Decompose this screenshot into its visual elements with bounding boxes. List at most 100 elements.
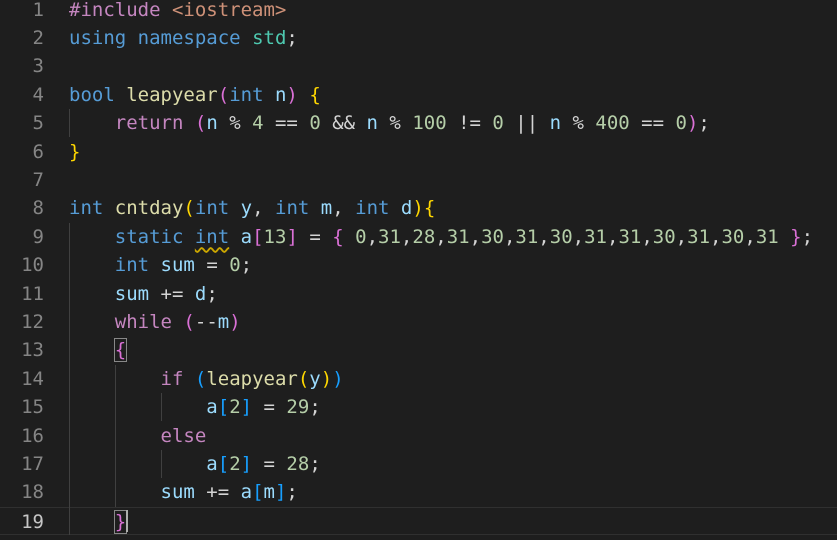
code-line[interactable]: 3 <box>0 52 837 80</box>
code-token: return <box>114 112 184 135</box>
indent-guide <box>69 109 70 138</box>
code-token: , <box>252 197 275 220</box>
code-line[interactable]: 13 { <box>0 336 837 364</box>
code-token: int <box>275 197 310 220</box>
code-token: , <box>435 225 447 248</box>
code-token: && <box>320 112 367 135</box>
code-token: ) <box>412 197 424 220</box>
code-token: ) <box>332 367 344 390</box>
code-token: , <box>503 225 516 248</box>
code-line[interactable]: 18 sum += a[m]; <box>0 478 837 506</box>
code-token: 100 <box>412 112 447 135</box>
code-line[interactable]: 4 bool leapyear(int n) { <box>0 81 837 109</box>
code-line[interactable]: 1 #include <iostream> <box>0 0 837 24</box>
code-line[interactable]: 7 <box>0 166 837 194</box>
code-token: else <box>160 424 207 447</box>
code-token: n <box>274 83 287 106</box>
code-text: sum += d; <box>69 280 218 308</box>
code-token: a <box>206 452 218 475</box>
code-line[interactable]: 16 else <box>0 422 837 450</box>
code-text: int cntday(int y, int m, int d){ <box>69 194 435 222</box>
line-number: 12 <box>21 310 44 333</box>
code-token: int <box>355 197 390 220</box>
code-token: == <box>263 112 310 135</box>
code-token: ( <box>194 112 207 135</box>
line-number: 18 <box>21 481 44 504</box>
code-token: 0 <box>309 112 321 135</box>
code-token: 30 <box>549 225 573 248</box>
code-token: } <box>69 140 81 163</box>
code-token: ; <box>801 225 814 248</box>
code-token: [ <box>252 225 264 248</box>
code-line[interactable]: 15 a[2] = 29; <box>0 393 837 421</box>
line-number: 1 <box>32 0 44 21</box>
code-line[interactable]: 8 int cntday(int y, int m, int d){ <box>0 194 837 222</box>
code-line[interactable]: 6} <box>0 138 837 166</box>
code-line[interactable]: 17 a[2] = 28; <box>0 450 837 478</box>
line-number: 17 <box>21 452 44 475</box>
indent-guide <box>114 364 116 507</box>
code-token: ( <box>297 367 310 390</box>
code-text: a[2] = 28; <box>69 450 320 478</box>
code-token: if <box>160 367 184 390</box>
code-line[interactable]: 14 if (leapyear(y)) <box>0 365 837 393</box>
code-text: #include <iostream> <box>69 0 286 24</box>
code-token: #include <box>69 0 161 21</box>
code-token: % <box>377 112 413 135</box>
code-token: == <box>629 112 676 135</box>
code-text: else <box>69 422 207 450</box>
code-token: a <box>206 396 218 419</box>
code-token: 28 <box>412 225 436 248</box>
code-token: int <box>229 83 264 106</box>
code-token: 0 <box>355 225 367 248</box>
line-number: 9 <box>32 225 44 248</box>
code-token: ; <box>309 396 321 419</box>
code-token: y <box>309 367 321 390</box>
code-line[interactable]: 11 sum += d; <box>0 280 837 308</box>
code-token: 30 <box>721 225 745 248</box>
code-token: 2 <box>229 396 241 419</box>
code-editor[interactable]: 1 #include <iostream> 2 using namespace std… <box>0 0 837 540</box>
code-text: { <box>69 336 128 364</box>
code-token: 31 <box>584 225 607 248</box>
line-number: 3 <box>32 55 44 78</box>
code-token: d <box>400 197 413 220</box>
code-token: ) <box>320 367 333 390</box>
code-token: = <box>297 225 333 248</box>
code-token: ; <box>206 282 218 305</box>
code-token: , <box>675 225 688 248</box>
code-token: [ <box>217 452 230 475</box>
code-token: static <box>114 225 184 248</box>
code-token: ( <box>194 367 207 390</box>
code-token: ( <box>183 310 195 333</box>
code-token: while <box>114 310 172 333</box>
code-token: { <box>309 83 321 106</box>
code-line[interactable]: 5 return (n % 4 == 0 && n % 100 != 0 || … <box>0 109 837 137</box>
code-line[interactable]: 9 static int a[13] = { 0,31,28,31,30,31,… <box>0 223 837 251</box>
code-token: { <box>423 197 436 220</box>
code-token: ) <box>686 112 699 135</box>
code-text: using namespace std; <box>69 24 298 52</box>
code-line[interactable]: 12 while (--m) <box>0 308 837 336</box>
code-token: ) <box>286 83 298 106</box>
code-token: <iostream> <box>171 0 287 21</box>
code-token: n <box>366 112 378 135</box>
code-line[interactable]: 10 int sum = 0; <box>0 251 837 279</box>
code-token: 31 <box>378 225 401 248</box>
code-line[interactable]: 2 using namespace std; <box>0 24 837 52</box>
code-token: y <box>240 197 253 220</box>
code-text: int sum = 0; <box>69 251 252 279</box>
code-token: ] <box>286 225 298 248</box>
text-cursor <box>126 509 129 533</box>
